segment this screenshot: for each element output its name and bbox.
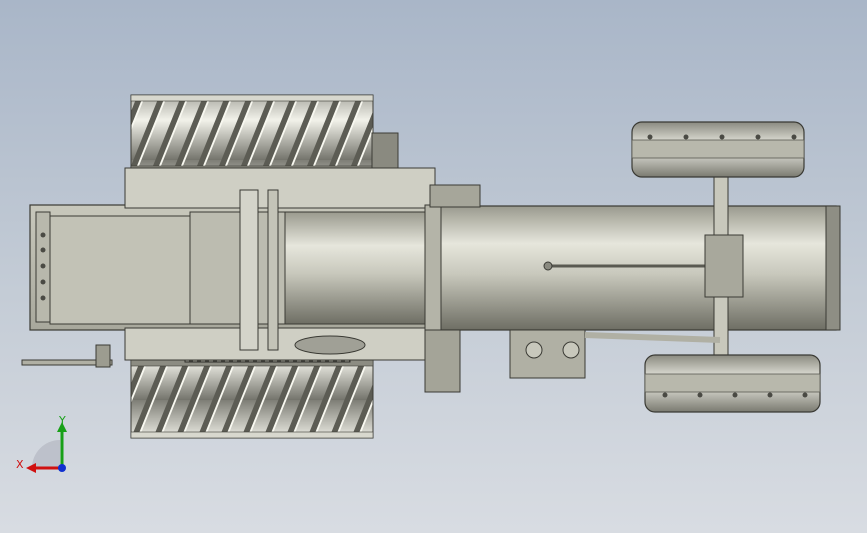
cad-graphics-viewport[interactable]: Y X xyxy=(0,0,867,533)
z-axis-dot xyxy=(58,464,66,472)
rear-wheel-bottom[interactable] xyxy=(130,347,374,439)
coordinate-triad xyxy=(26,422,67,473)
front-wheel-top[interactable] xyxy=(631,121,805,178)
front-wheel-bottom[interactable] xyxy=(644,354,821,413)
traction-engine-model[interactable] xyxy=(0,0,867,533)
x-axis-label: X xyxy=(16,458,24,471)
y-axis-label: Y xyxy=(59,414,66,427)
